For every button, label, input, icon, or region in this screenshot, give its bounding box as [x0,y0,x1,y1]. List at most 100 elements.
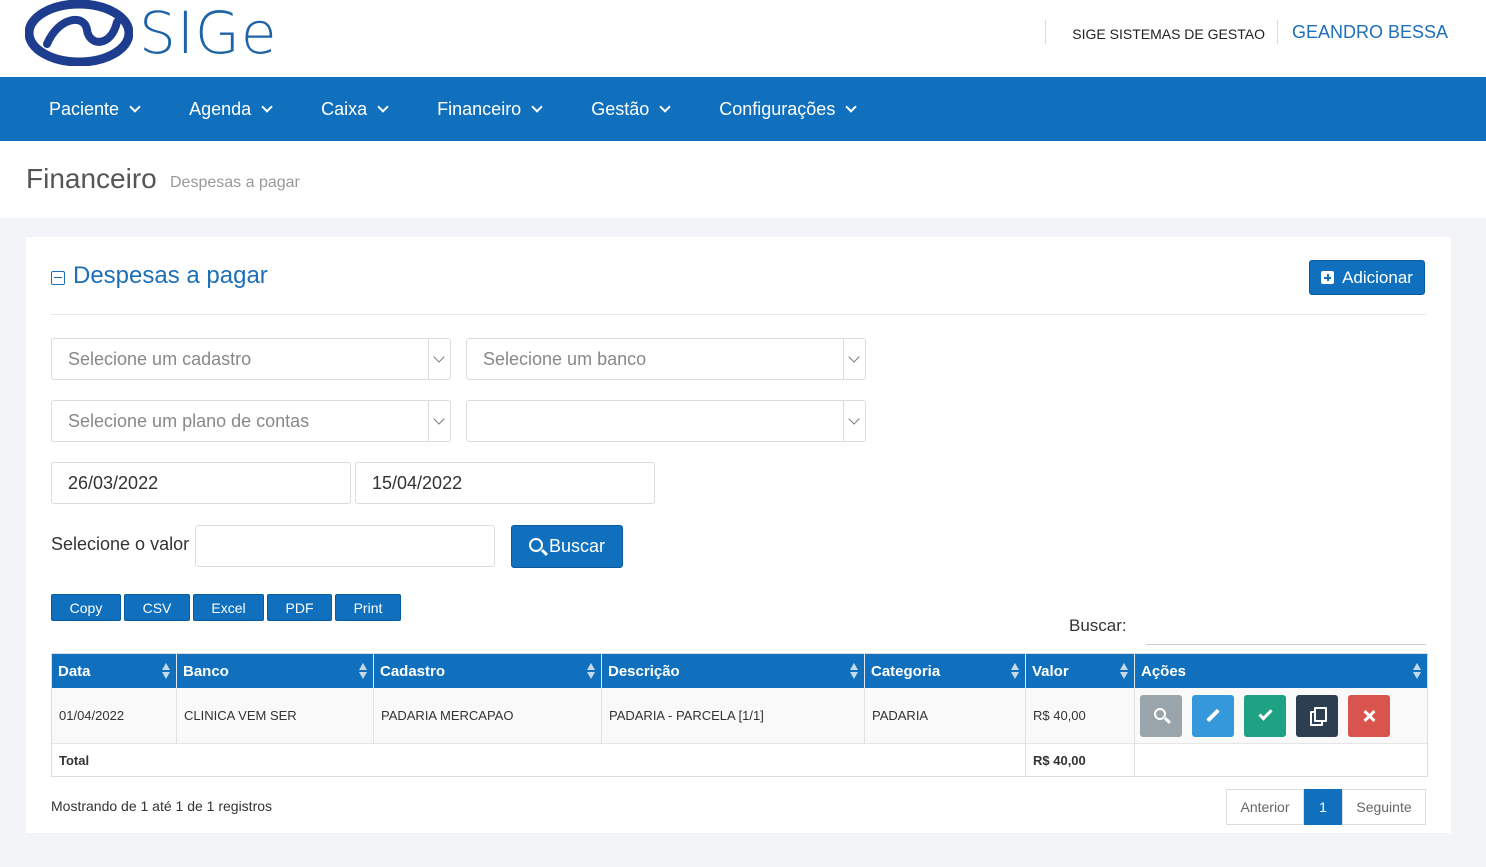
cell-descricao: PADARIA - PARCELA [1/1] [602,688,865,744]
collapse-icon[interactable] [51,270,65,285]
date-from-value: 26/03/2022 [68,472,159,493]
csv-button[interactable]: CSV [124,594,190,621]
add-button-label: Adicionar [1342,267,1413,287]
pdf-button[interactable]: PDF [267,594,332,621]
table-header-row: Data Banco Cadastro Descrição Categoria … [52,654,1427,688]
logo[interactable]: SIGe [25,0,278,66]
nav-item-caixa[interactable]: Caixa [321,98,389,120]
column-header-descricao[interactable]: Descrição [602,654,865,688]
chevron-down-icon [428,401,450,441]
chevron-down-icon [129,100,141,113]
export-buttons: Copy CSV Excel PDF Print [51,594,404,621]
nav-item-financeiro[interactable]: Financeiro [437,98,543,120]
sort-icon [1413,663,1421,679]
footer-total-value: R$ 40,00 [1026,744,1135,776]
excel-button[interactable]: Excel [193,594,264,621]
search-icon [528,538,543,552]
column-header-cadastro[interactable]: Cadastro [374,654,602,688]
nav-label: Agenda [189,98,252,119]
column-header-valor[interactable]: Valor [1026,654,1135,688]
nav-label: Financeiro [437,98,522,119]
nav-label: Caixa [321,98,368,119]
chevron-down-icon [377,100,389,113]
company-name: SIGE SISTEMAS DE GESTAO [1072,26,1265,42]
banco-select-placeholder: Selecione um banco [483,348,647,369]
column-header-label: Ações [1141,662,1187,680]
cell-categoria: PADARIA [865,688,1026,744]
sort-icon [850,663,858,679]
column-header-banco[interactable]: Banco [177,654,374,688]
table-search-label: Buscar: [1069,616,1127,635]
chevron-down-icon [261,100,273,113]
edit-button[interactable] [1192,694,1234,737]
date-from-input[interactable]: 26/03/2022 [51,462,351,504]
pagination-prev[interactable]: Anterior [1226,789,1304,825]
nav-label: Configurações [719,98,836,119]
plano-select-placeholder: Selecione um plano de contas [68,410,310,431]
chevron-down-icon [531,100,543,113]
confirm-payment-button[interactable] [1244,694,1286,737]
column-header-label: Data [58,662,91,680]
sort-icon [587,663,595,679]
expenses-table: Data Banco Cadastro Descrição Categoria … [51,653,1428,777]
chevron-down-icon [659,100,671,113]
nav-item-agenda[interactable]: Agenda [189,98,273,120]
search-button[interactable]: Buscar [511,525,623,568]
footer-empty-cell [1135,744,1427,776]
check-icon [1257,706,1273,721]
cell-acoes [1135,688,1427,744]
pagination-next[interactable]: Seguinte [1342,789,1426,825]
cell-data: 01/04/2022 [52,688,177,744]
main-nav: Paciente Agenda Caixa Financeiro Gestão … [0,77,1486,141]
view-button[interactable] [1140,694,1182,737]
cell-cadastro: PADARIA MERCAPAO [374,688,602,744]
chevron-down-icon [845,100,857,113]
nav-item-configuracoes[interactable]: Configurações [719,98,857,120]
chevron-down-icon [428,339,450,379]
column-header-data[interactable]: Data [52,654,177,688]
print-button[interactable]: Print [335,594,401,621]
column-header-categoria[interactable]: Categoria [865,654,1026,688]
page-header: Financeiro Despesas a pagar [0,141,1486,218]
copy-icon [1310,707,1327,726]
nav-label: Paciente [49,98,120,119]
plano-contas-select[interactable]: Selecione um plano de contas [51,400,451,442]
table-info: Mostrando de 1 até 1 de 1 registros [51,798,273,814]
add-button[interactable]: Adicionar [1309,260,1425,295]
panel-divider [51,314,1426,315]
search-button-label: Buscar [548,536,606,556]
table-search-input[interactable] [1146,644,1426,645]
date-to-input[interactable]: 15/04/2022 [355,462,655,504]
delete-button[interactable] [1348,694,1390,737]
logo-icon [25,0,133,66]
sort-icon [359,663,367,679]
copy-button[interactable]: Copy [51,594,121,621]
footer-total-label: Total [52,744,1026,776]
user-menu[interactable]: GEANDRO BESSA [1278,22,1448,43]
cell-valor: R$ 40,00 [1026,688,1135,744]
page-subtitle: Despesas a pagar [170,174,300,191]
pagination-page[interactable]: 1 [1304,789,1342,825]
plus-square-icon [1321,271,1335,284]
nav-item-paciente[interactable]: Paciente [49,98,141,120]
sort-icon [1011,663,1019,679]
top-header: SIGe SIGE SISTEMAS DE GESTAO GEANDRO BES… [0,0,1486,77]
chevron-down-icon [843,401,865,441]
valor-input[interactable] [195,525,495,567]
panel-title-text: Despesas a pagar [73,262,268,289]
pencil-icon [1206,708,1220,723]
column-header-label: Descrição [608,662,680,680]
panel-title[interactable]: Despesas a pagar [51,262,268,290]
column-header-label: Valor [1032,662,1069,680]
cadastro-select[interactable]: Selecione um cadastro [51,338,451,380]
valor-label: Selecione o valor [51,534,190,554]
cell-banco: CLINICA VEM SER [177,688,374,744]
extra-select[interactable] [466,400,866,442]
nav-item-gestao[interactable]: Gestão [591,99,671,120]
table-row: 01/04/2022 CLINICA VEM SER PADARIA MERCA… [52,688,1427,744]
close-icon [1362,709,1376,723]
banco-select[interactable]: Selecione um banco [466,338,866,380]
logo-text: SIGe [139,0,278,67]
column-header-acoes[interactable]: Ações [1135,654,1427,688]
duplicate-button[interactable] [1296,694,1338,737]
